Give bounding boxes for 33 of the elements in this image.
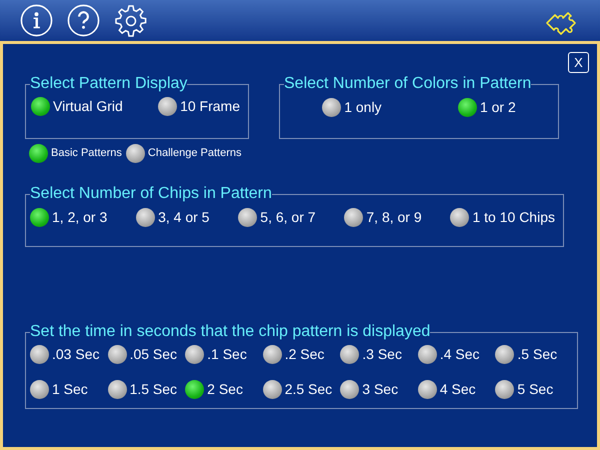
info-icon[interactable] — [20, 4, 53, 37]
radio-option[interactable]: 10 Frame — [158, 96, 240, 117]
radio-option[interactable]: .3 Sec — [340, 344, 418, 365]
radio-option[interactable]: 2 Sec — [185, 379, 263, 400]
radio-option[interactable]: .1 Sec — [185, 344, 263, 365]
radio-option[interactable]: 5 Sec — [495, 379, 573, 400]
group-title: Set the time in seconds that the chip pattern is displayed — [30, 323, 430, 341]
radio-option[interactable]: 2.5 Sec — [262, 379, 340, 400]
radio-option[interactable]: 4 Sec — [418, 379, 496, 400]
radio-option[interactable]: 7, 8, or 9 — [344, 207, 422, 228]
group-title: Select Number of Colors in Pattern — [284, 75, 532, 93]
radio-option[interactable]: Basic Patterns — [29, 144, 122, 163]
radio-option[interactable]: 1 to 10 Chips — [450, 207, 555, 228]
settings-icon[interactable] — [114, 4, 148, 38]
radio-option[interactable]: 1 only — [322, 97, 382, 118]
radio-option[interactable]: .4 Sec — [418, 344, 496, 365]
radio-option[interactable]: 1 or 2 — [458, 97, 516, 118]
radio-option[interactable]: .2 Sec — [262, 344, 340, 365]
radio-option[interactable]: Challenge Patterns — [126, 144, 242, 163]
help-icon[interactable] — [67, 4, 100, 37]
radio-option[interactable]: .03 Sec — [30, 344, 108, 365]
radio-option[interactable]: 1 Sec — [30, 379, 108, 400]
radio-option[interactable]: 1.5 Sec — [108, 379, 186, 400]
radio-option[interactable]: 1, 2, or 3 — [30, 207, 108, 228]
radio-option[interactable]: .05 Sec — [108, 344, 186, 365]
radio-option[interactable]: Virtual Grid — [31, 96, 123, 117]
radio-option[interactable]: 3, 4 or 5 — [136, 207, 210, 228]
close-button[interactable]: X — [568, 52, 589, 73]
group-title: Select Pattern Display — [30, 75, 188, 93]
radio-option[interactable]: .5 Sec — [495, 344, 573, 365]
radio-option[interactable]: 3 Sec — [340, 379, 418, 400]
radio-option[interactable]: 5, 6, or 7 — [238, 207, 316, 228]
group-title: Select Number of Chips in Pattern — [30, 185, 272, 203]
